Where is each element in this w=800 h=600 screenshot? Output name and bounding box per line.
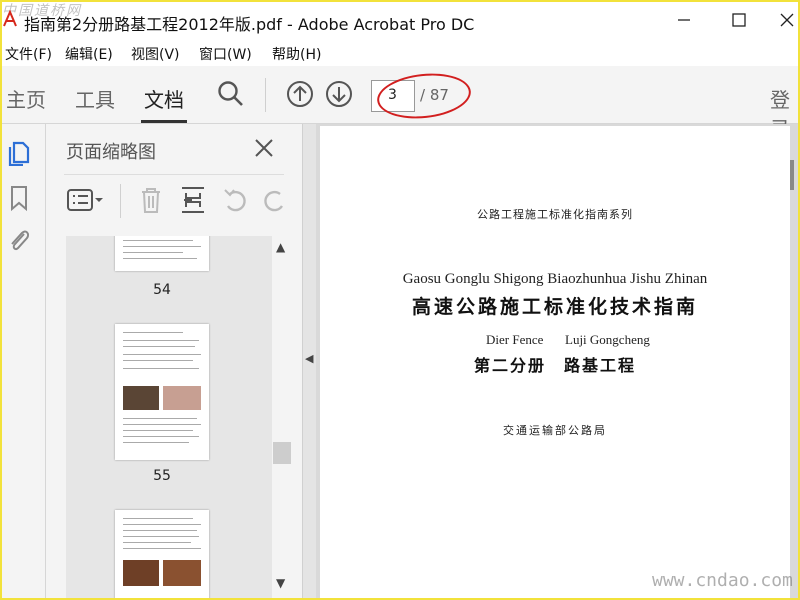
navigation-rail	[0, 124, 46, 600]
attachment-icon[interactable]	[6, 226, 32, 254]
thumbnail-photo	[123, 560, 159, 586]
scroll-thumb[interactable]	[273, 442, 291, 464]
watermark-url: www.cndao.com	[652, 570, 793, 591]
thumbnail-list: 54 55	[66, 236, 272, 600]
menu-edit[interactable]: 编辑(E)	[65, 44, 113, 64]
thumbnail-page-55[interactable]	[115, 324, 209, 460]
thumbnail-scrollbar[interactable]: ▲ ▼	[272, 236, 292, 600]
thumbnail-photo	[163, 386, 201, 410]
bookmark-icon[interactable]	[6, 184, 32, 212]
scroll-up-icon[interactable]: ▲	[276, 240, 285, 254]
thumbnail-panel: 页面缩略图 54 55 ▲ ▼	[46, 124, 302, 600]
thumbnail-page-54[interactable]	[115, 236, 209, 271]
previous-page-icon[interactable]	[285, 79, 315, 109]
document-scrollbar[interactable]	[790, 160, 794, 190]
tab-home[interactable]: 主页	[6, 84, 46, 113]
panel-tool-divider	[120, 184, 121, 218]
close-icon[interactable]	[252, 136, 276, 160]
next-page-icon[interactable]	[324, 79, 354, 109]
menu-view[interactable]: 视图(V)	[131, 44, 180, 64]
page-thumbnails-icon[interactable]	[6, 138, 32, 167]
pinyin-title: Gaosu Gonglu Shigong Biaozhunhua Jishu Z…	[402, 271, 708, 287]
window-title: 指南第2分册路基工程2012年版.pdf - Adobe Acrobat Pro…	[24, 15, 475, 34]
rotate-right-icon	[260, 184, 284, 216]
menu-file[interactable]: 文件(F)	[5, 44, 52, 64]
menu-help[interactable]: 帮助(H)	[272, 44, 321, 64]
delete-page-icon	[136, 184, 166, 216]
thumbnail-page-56[interactable]	[115, 510, 209, 600]
rotate-left-icon	[220, 184, 250, 216]
thumbnail-options-icon[interactable]	[66, 184, 106, 216]
panel-divider	[64, 174, 284, 175]
maximize-button[interactable]	[727, 8, 751, 32]
thumbnail-photo	[163, 560, 201, 586]
close-window-button[interactable]	[775, 8, 799, 32]
search-icon[interactable]	[216, 79, 246, 109]
active-tab-indicator	[141, 120, 187, 123]
series-title: 公路工程施工标准化指南系列	[477, 208, 633, 221]
insert-page-icon[interactable]	[178, 184, 208, 216]
collapse-arrow-icon[interactable]: ◀	[305, 352, 313, 365]
panel-collapse-handle[interactable]: ◀	[302, 124, 316, 600]
thumbnail-label: 55	[153, 468, 171, 484]
title-bar: 中国道桥网 指南第2分册路基工程2012年版.pdf - Adobe Acrob…	[0, 0, 800, 40]
panel-title: 页面缩略图	[66, 142, 156, 163]
pinyin-subject: Luji Gongcheng	[565, 332, 650, 347]
publisher: 交通运输部公路局	[503, 424, 607, 437]
pdf-page: 公路工程施工标准化指南系列 Gaosu Gonglu Shigong Biaoz…	[320, 126, 790, 600]
menu-window[interactable]: 窗口(W)	[199, 44, 252, 64]
tab-document[interactable]: 文档	[144, 84, 184, 113]
menu-bar: 文件(F) 编辑(E) 视图(V) 窗口(W) 帮助(H)	[0, 40, 800, 66]
minimize-button[interactable]	[672, 8, 696, 32]
volume-title: 第二分册 路基工程	[473, 356, 636, 375]
document-view: 公路工程施工标准化指南系列 Gaosu Gonglu Shigong Biaoz…	[316, 124, 800, 600]
acrobat-app-icon	[2, 9, 18, 28]
thumbnail-photo	[123, 386, 159, 410]
tab-tools[interactable]: 工具	[75, 84, 115, 113]
thumbnail-label: 54	[153, 282, 171, 298]
pinyin-volume: Dier Fence	[486, 332, 544, 347]
annotation-ellipse	[374, 69, 474, 123]
toolbar-divider	[265, 78, 266, 112]
document-title: 高速公路施工标准化技术指南	[411, 296, 698, 318]
main-toolbar: 主页 工具 文档 3 / 87 登录	[0, 66, 800, 141]
scroll-down-icon[interactable]: ▼	[276, 576, 285, 590]
